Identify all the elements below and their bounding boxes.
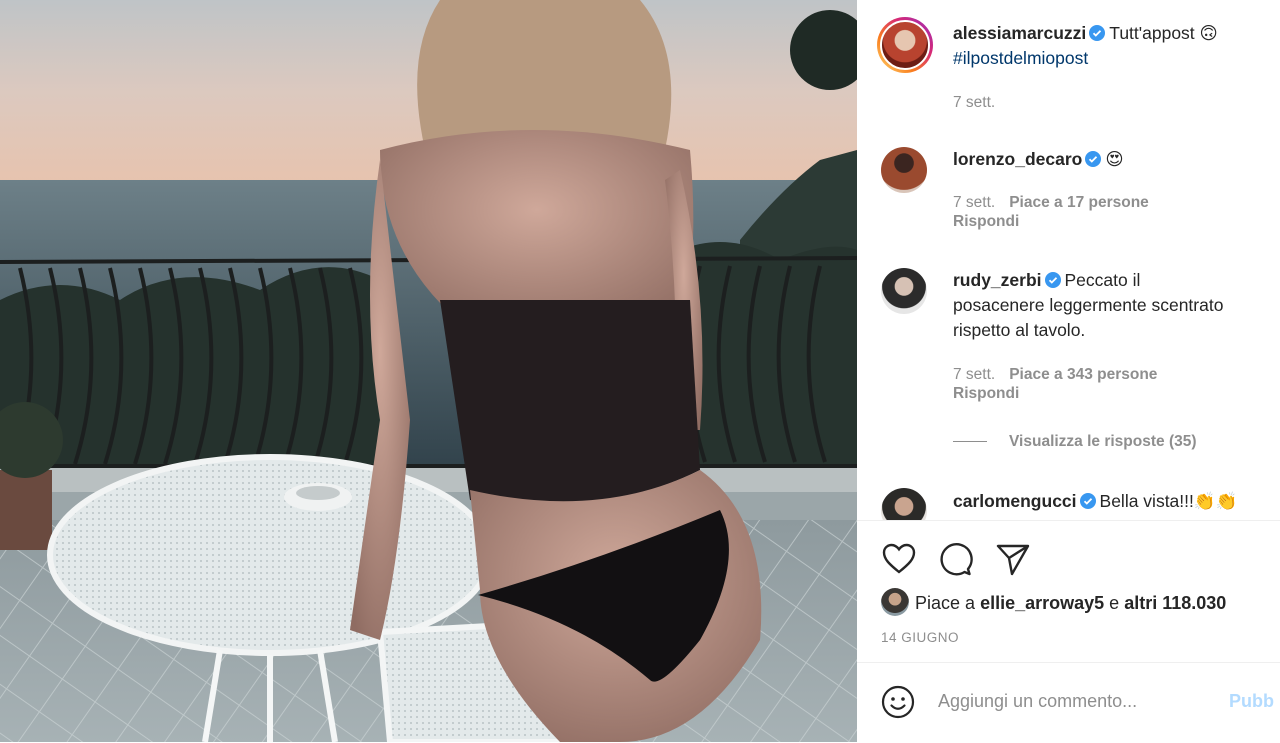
post-time: 7 sett.	[953, 94, 996, 111]
commenter-avatar[interactable]	[881, 268, 927, 314]
caption: alessiamarcuzzi Tutt'appost 🙃 #ilpostdelm…	[953, 21, 1272, 71]
comment-time: 7 sett.	[953, 194, 996, 211]
post-date[interactable]: 14 GIUGNO	[881, 630, 959, 645]
post-sidebar: alessiamarcuzzi Tutt'appost 🙃 #ilpostdelm…	[857, 0, 1280, 742]
likes-text: Piace a ellie_arroway5 e altri 118.030	[915, 588, 1226, 618]
liker-avatar	[881, 588, 909, 616]
comment-bar: Aggiungi un commento... Pubb	[857, 662, 1280, 743]
commenter-username[interactable]: lorenzo_decaro	[953, 149, 1082, 169]
emoji-icon[interactable]	[881, 685, 915, 719]
comment-text-line: posacenere leggermente scentrato	[953, 295, 1224, 315]
publish-button[interactable]: Pubb	[1229, 691, 1274, 712]
author-avatar[interactable]	[877, 17, 933, 73]
commenter-username[interactable]: rudy_zerbi	[953, 270, 1042, 290]
view-replies-label: Visualizza le risposte (35)	[1009, 433, 1197, 450]
comment-likes[interactable]: Piace a 343 persone	[1009, 366, 1157, 383]
likes-prefix: Piace a	[915, 593, 976, 613]
comment-meta: 7 sett. Piace a 17 persone	[953, 193, 1149, 213]
caption-text: Tutt'appost 🙃	[1109, 23, 1218, 43]
verified-badge-icon	[1079, 493, 1096, 509]
share-icon[interactable]	[995, 541, 1031, 577]
author-username[interactable]: alessiamarcuzzi	[953, 23, 1086, 43]
caption-hashtag[interactable]: #ilpostdelmiopost	[953, 48, 1088, 68]
comment: lorenzo_decaro 😍	[953, 147, 1272, 172]
heart-icon[interactable]	[881, 541, 917, 577]
likes-conjunction: e	[1109, 593, 1120, 613]
comment: rudy_zerbi Peccato il posacenere leggerme…	[953, 268, 1272, 343]
comment: carlomengucci Bella vista!!!👏👏	[953, 489, 1272, 514]
comment-text-line: Peccato il	[1064, 270, 1141, 290]
commenter-avatar[interactable]	[881, 488, 927, 520]
divider	[857, 520, 1280, 521]
liker-username[interactable]: ellie_arroway5	[980, 593, 1104, 613]
verified-badge-icon	[1089, 25, 1106, 41]
replies-line	[953, 441, 987, 443]
comment-text: 😍	[1105, 149, 1124, 169]
commenter-avatar[interactable]	[881, 147, 927, 193]
likes-others[interactable]: altri 118.030	[1124, 593, 1226, 613]
reply-button[interactable]: Rispondi	[953, 213, 1019, 231]
verified-badge-icon	[1044, 272, 1061, 288]
comment-meta: 7 sett. Piace a 343 persone	[953, 365, 1157, 385]
comment-icon[interactable]	[937, 541, 973, 577]
comment-input[interactable]: Aggiungi un commento...	[938, 691, 1137, 712]
comment-text: Bella vista!!!👏👏	[1099, 491, 1238, 511]
commenter-username[interactable]: carlomengucci	[953, 491, 1077, 511]
post-photo[interactable]	[0, 0, 857, 742]
verified-badge-icon	[1085, 151, 1102, 167]
reply-button[interactable]: Rispondi	[953, 385, 1019, 403]
comment-text-line: rispetto al tavolo.	[953, 320, 1086, 340]
comment-time: 7 sett.	[953, 366, 996, 383]
view-replies[interactable]: Visualizza le risposte (35)	[953, 433, 1197, 451]
comments-list[interactable]: alessiamarcuzzi Tutt'appost 🙃 #ilpostdelm…	[857, 0, 1280, 520]
comment-likes[interactable]: Piace a 17 persone	[1009, 194, 1149, 211]
photo-illustration	[0, 0, 857, 742]
